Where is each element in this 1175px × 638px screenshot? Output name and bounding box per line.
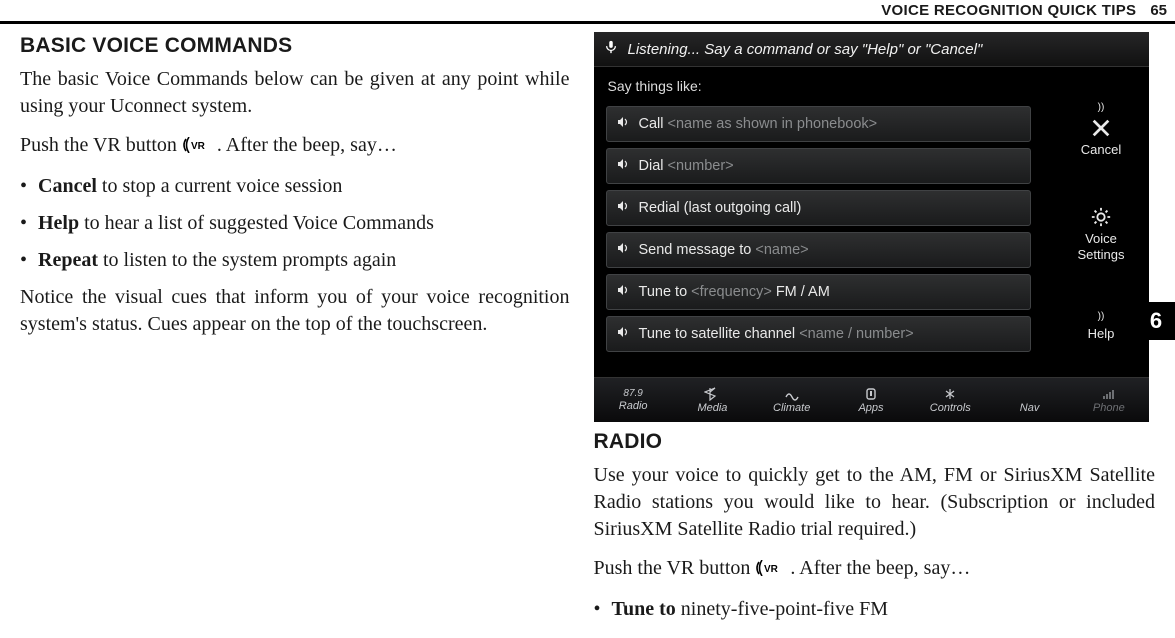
tab-label: Climate <box>773 402 810 414</box>
sound-icon <box>617 284 629 300</box>
sound-icon <box>617 158 629 174</box>
paragraph-push-vr-radio: Push the VR button VR . After the beep, … <box>594 555 1156 584</box>
radio-commands-list: Tune to ninety-five-point-five FM Tune t… <box>594 596 1156 638</box>
help-button[interactable]: )) Help <box>1058 311 1145 342</box>
tab-apps[interactable]: Apps <box>831 378 910 422</box>
sound-icon-small: )) <box>1098 102 1105 114</box>
voice-command-item-send-message[interactable]: Send message to <name> <box>606 232 1031 268</box>
text-post: . After the beep, say… <box>790 557 970 579</box>
sound-icon <box>617 116 629 132</box>
listening-text: Listening... Say a command or say "Help"… <box>628 41 983 58</box>
voice-command-item-dial[interactable]: Dial <number> <box>606 148 1031 184</box>
list-item: Cancel to stop a current voice session <box>20 173 570 200</box>
bottom-tab-bar: 87.9 Radio Media Climate Apps <box>594 377 1149 422</box>
cmd-text: Tune to <box>639 284 692 300</box>
text-post: . After the beep, say… <box>217 134 397 156</box>
tab-controls[interactable]: Controls <box>911 378 990 422</box>
climate-icon <box>784 387 800 401</box>
basic-commands-list: Cancel to stop a current voice session H… <box>20 173 570 274</box>
tab-status: 87.9 <box>623 388 642 399</box>
cmd-placeholder: <frequency> <box>691 284 772 300</box>
sound-icon <box>617 242 629 258</box>
bluetooth-icon <box>704 387 720 401</box>
cmd-text: Send message to <box>639 242 756 258</box>
tab-label: Nav <box>1020 402 1040 414</box>
signal-icon <box>1101 387 1117 401</box>
paragraph-push-vr: Push the VR button VR . After the beep, … <box>20 132 570 161</box>
command-desc: to stop a current voice session <box>97 175 343 197</box>
text-pre: Push the VR button <box>20 134 182 156</box>
cmd-text: Call <box>639 116 668 132</box>
voice-side-buttons: )) Cancel Voice Settings )) Help <box>1054 66 1149 378</box>
cancel-label: Cancel <box>1081 142 1121 158</box>
cmd-placeholder: <name / number> <box>799 326 913 342</box>
close-icon <box>1090 117 1112 139</box>
cmd-placeholder: <name> <box>755 242 808 258</box>
say-things-like-label: Say things like: <box>606 72 1031 100</box>
tab-label: Apps <box>858 402 883 414</box>
tab-radio[interactable]: 87.9 Radio <box>594 378 673 422</box>
uconnect-icon <box>863 387 879 401</box>
svg-text:VR: VR <box>191 141 206 152</box>
heading-radio: RADIO <box>594 430 1156 454</box>
vr-button-icon: VR <box>182 134 212 161</box>
command-name: Help <box>38 212 79 234</box>
list-item: Repeat to listen to the system prompts a… <box>20 247 570 274</box>
command-name: Tune to <box>612 598 676 620</box>
sound-icon <box>617 200 629 216</box>
command-name: Repeat <box>38 249 98 271</box>
svg-text:VR: VR <box>764 564 779 575</box>
voice-settings-button[interactable]: Voice Settings <box>1058 206 1145 262</box>
left-column: BASIC VOICE COMMANDS The basic Voice Com… <box>20 30 588 638</box>
voice-settings-label: Voice Settings <box>1078 231 1125 262</box>
cmd-placeholder: <name as shown in phonebook> <box>668 116 878 132</box>
tab-climate[interactable]: Climate <box>752 378 831 422</box>
cmd-placeholder: <number> <box>668 158 734 174</box>
command-desc: to listen to the system prompts again <box>98 249 396 271</box>
tab-label: Phone <box>1093 402 1125 414</box>
cmd-text-post: FM / AM <box>772 284 830 300</box>
controls-icon <box>942 387 958 401</box>
paragraph-intro: The basic Voice Commands below can be gi… <box>20 66 570 120</box>
header-section-title: VOICE RECOGNITION QUICK TIPS <box>881 2 1142 19</box>
heading-basic-voice-commands: BASIC VOICE COMMANDS <box>20 34 570 58</box>
header-rule <box>0 21 1175 24</box>
tab-media[interactable]: Media <box>673 378 752 422</box>
uconnect-screenshot: Listening... Say a command or say "Help"… <box>594 32 1149 422</box>
voice-listening-bar: Listening... Say a command or say "Help"… <box>594 32 1149 67</box>
cmd-text: Tune to satellite channel <box>639 326 800 342</box>
tab-label: Controls <box>930 402 971 414</box>
paragraph-visual-cues: Notice the visual cues that inform you o… <box>20 284 570 338</box>
right-column: Listening... Say a command or say "Help"… <box>588 30 1156 638</box>
list-item: Help to hear a list of suggested Voice C… <box>20 210 570 237</box>
gear-icon <box>1090 206 1112 228</box>
voice-command-item-redial[interactable]: Redial (last outgoing call) <box>606 190 1031 226</box>
microphone-icon <box>604 40 618 58</box>
command-desc: ninety-five-point-five FM <box>676 598 888 620</box>
help-label: Help <box>1088 326 1115 342</box>
sound-icon <box>617 326 629 342</box>
vr-button-icon: VR <box>755 557 785 584</box>
tab-label: Radio <box>619 400 648 412</box>
tab-label: Media <box>697 402 727 414</box>
tab-phone[interactable]: Phone <box>1069 378 1148 422</box>
command-desc: to hear a list of suggested Voice Comman… <box>79 212 434 234</box>
page-header: VOICE RECOGNITION QUICK TIPS 65 <box>881 0 1175 20</box>
text-pre: Push the VR button <box>594 557 756 579</box>
list-item: Tune to ninety-five-point-five FM <box>594 596 1156 623</box>
voice-command-item-call[interactable]: Call <name as shown in phonebook> <box>606 106 1031 142</box>
sound-icon-small: )) <box>1098 311 1105 323</box>
list-item: Tune to Satellite Channel Hits 1 <box>594 633 1156 638</box>
voice-command-panel: Say things like: Call <name as shown in … <box>594 66 1039 378</box>
tab-nav[interactable]: Nav <box>990 378 1069 422</box>
page-number: 65 <box>1142 2 1175 19</box>
paragraph-radio-intro: Use your voice to quickly get to the AM,… <box>594 462 1156 543</box>
cancel-button[interactable]: )) Cancel <box>1058 102 1145 158</box>
voice-command-item-tune-fm[interactable]: Tune to <frequency> FM / AM <box>606 274 1031 310</box>
command-name: Cancel <box>38 175 97 197</box>
cmd-text: Redial (last outgoing call) <box>639 200 802 216</box>
cmd-text: Dial <box>639 158 668 174</box>
voice-command-item-tune-satellite[interactable]: Tune to satellite channel <name / number… <box>606 316 1031 352</box>
